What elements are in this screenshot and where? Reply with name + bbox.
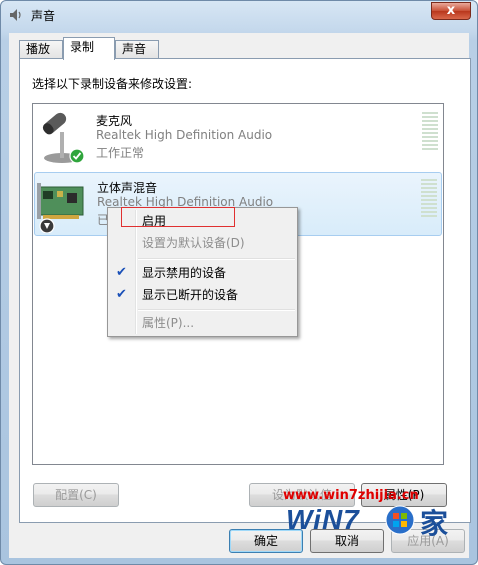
watermark-logo: WiN7	[286, 504, 360, 535]
microphone-icon	[42, 112, 85, 164]
instruction-text: 选择以下录制设备来修改设置:	[32, 77, 193, 91]
configure-button[interactable]: 配置(C)	[33, 483, 119, 507]
tab-label: 声音	[122, 42, 147, 56]
menu-item-label: 设置为默认设备(D)	[142, 236, 245, 250]
close-button[interactable]: x	[431, 2, 471, 20]
title-bar[interactable]: 声音 x	[1, 1, 477, 29]
menu-item-label: 显示已断开的设备	[142, 288, 239, 302]
watermark-suffix: 家	[420, 507, 449, 540]
menu-item-label: 属性(P)...	[142, 316, 195, 330]
device-name: 立体声混音	[97, 181, 158, 195]
checkmark-icon: ✔	[116, 265, 127, 280]
windows-logo-icon	[385, 505, 415, 535]
menu-item-set-default[interactable]: 设置为默认设备(D)	[110, 232, 295, 254]
menu-separator	[138, 309, 295, 311]
speaker-icon	[10, 9, 21, 21]
tab-playback[interactable]: 播放	[19, 40, 63, 59]
device-name: 麦克风	[96, 114, 133, 128]
menu-item-show-disabled[interactable]: ✔ 显示禁用的设备	[110, 262, 295, 284]
watermark-url: www.win7zhijia.cn	[283, 488, 419, 503]
device-item-microphone[interactable]: 麦克风 Realtek High Definition Audio 工作正常	[34, 106, 442, 170]
window-title: 声音	[31, 9, 56, 23]
level-meter	[422, 112, 438, 152]
device-status: 工作正常	[96, 146, 145, 160]
tab-sounds[interactable]: 声音	[115, 40, 159, 59]
menu-item-properties[interactable]: 属性(P)...	[110, 312, 295, 334]
device-description: Realtek High Definition Audio	[96, 128, 273, 142]
menu-separator	[138, 258, 295, 260]
tab-label: 播放	[26, 42, 51, 56]
tab-recording[interactable]: 录制	[63, 37, 115, 60]
checkmark-icon: ✔	[116, 287, 127, 302]
tab-label: 录制	[70, 40, 95, 54]
close-icon: x	[446, 3, 456, 18]
menu-item-show-disconnected[interactable]: ✔ 显示已断开的设备	[110, 284, 295, 306]
annotation-highlight	[121, 207, 235, 227]
sound-card-icon	[37, 183, 84, 233]
level-meter	[421, 179, 437, 219]
menu-item-label: 显示禁用的设备	[142, 266, 227, 280]
